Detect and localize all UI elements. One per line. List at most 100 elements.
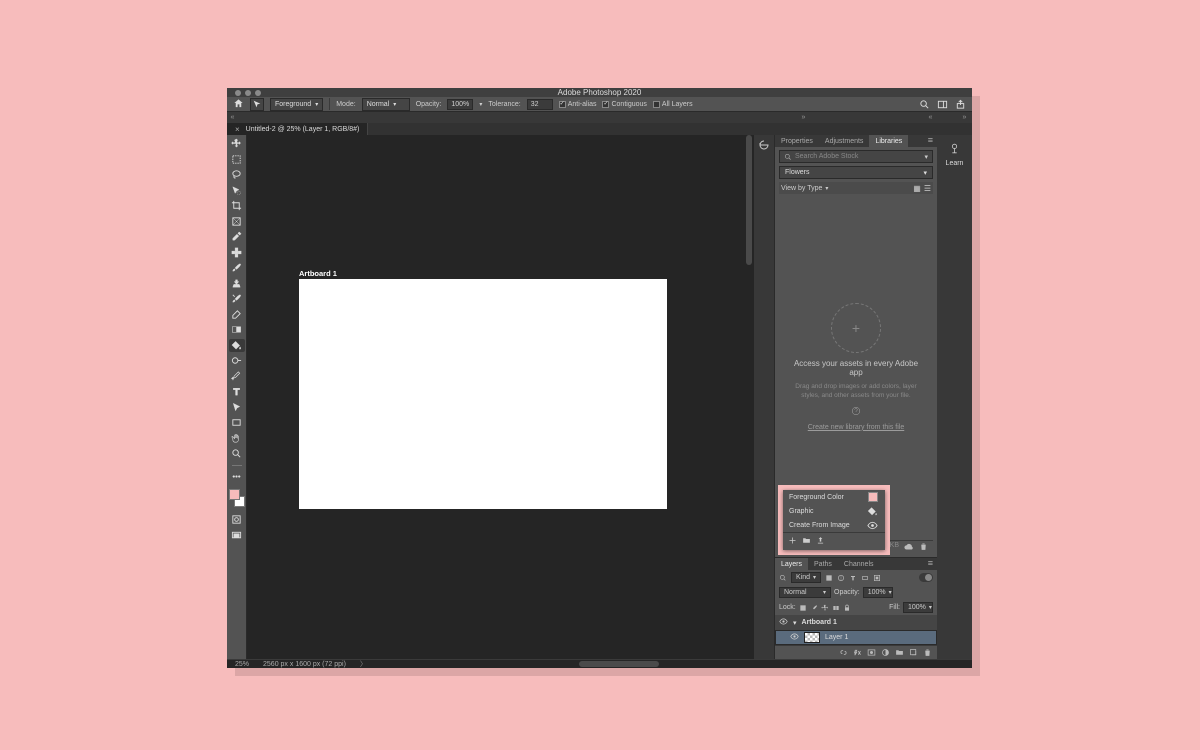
tolerance-input[interactable]: 32 <box>527 99 553 110</box>
disclosure-icon[interactable]: ▾ <box>793 619 797 627</box>
gradient-tool[interactable] <box>229 323 245 336</box>
learn-icon[interactable] <box>948 142 961 157</box>
create-library-link[interactable]: Create new library from this file <box>808 424 904 431</box>
quick-select-tool[interactable] <box>229 184 245 197</box>
visibility-icon[interactable] <box>779 617 788 628</box>
filter-shape-icon[interactable] <box>861 574 869 582</box>
visibility-icon[interactable] <box>790 632 799 643</box>
panel-menu-icon[interactable]: ≡ <box>924 558 937 570</box>
type-tool[interactable] <box>229 385 245 398</box>
cloud-sync-icon[interactable] <box>904 542 914 554</box>
path-select-tool[interactable] <box>229 401 245 414</box>
tool-preset-picker[interactable] <box>250 98 264 111</box>
search-icon[interactable] <box>779 574 787 582</box>
document-tab[interactable]: × Untitled-2 @ 25% (Layer 1, RGB/8#) <box>227 123 368 135</box>
layer-thumbnail[interactable] <box>804 632 820 643</box>
frame-tool[interactable] <box>229 215 245 228</box>
new-layer-icon[interactable] <box>909 648 918 657</box>
move-tool[interactable] <box>229 137 245 150</box>
alllayers-checkbox[interactable]: All Layers <box>653 101 693 108</box>
help-icon[interactable] <box>851 406 861 418</box>
artboard-label[interactable]: Artboard 1 <box>299 269 337 278</box>
grid-view-icon[interactable]: ▦ <box>913 184 921 193</box>
filter-toggle[interactable] <box>919 573 933 582</box>
popup-item-graphic[interactable]: Graphic <box>783 504 885 518</box>
library-select[interactable]: Flowers ▾ <box>779 166 933 179</box>
canvas-area[interactable]: Artboard 1 <box>247 135 754 659</box>
filter-pixel-icon[interactable] <box>825 574 833 582</box>
eyedropper-tool[interactable] <box>229 230 245 243</box>
artboard[interactable] <box>299 279 667 509</box>
lock-transparent-icon[interactable] <box>799 604 807 612</box>
library-view-mode[interactable]: View by Type ▾ ▦ ☰ <box>779 182 933 194</box>
expand-left-icon[interactable]: « <box>227 114 238 121</box>
pen-tool[interactable] <box>229 370 245 383</box>
zoom-tool[interactable] <box>229 447 245 460</box>
chevron-down-icon[interactable]: ▾ <box>479 101 482 108</box>
foreground-color-swatch[interactable] <box>229 489 240 500</box>
quick-mask-icon[interactable] <box>229 513 245 526</box>
hand-tool[interactable] <box>229 432 245 445</box>
upload-icon[interactable] <box>816 536 825 547</box>
expand-right-icon[interactable]: « <box>925 114 936 121</box>
plus-icon[interactable] <box>788 536 797 547</box>
share-icon[interactable] <box>954 98 966 110</box>
tab-properties[interactable]: Properties <box>775 135 819 147</box>
tab-adjustments[interactable]: Adjustments <box>819 135 870 147</box>
rectangle-tool[interactable] <box>229 416 245 429</box>
filter-type-icon[interactable] <box>849 574 857 582</box>
workspace-icon[interactable] <box>936 98 948 110</box>
link-layers-icon[interactable] <box>839 648 848 657</box>
zoom-readout[interactable]: 25% <box>235 661 249 668</box>
trash-icon[interactable] <box>923 648 932 657</box>
folder-icon[interactable] <box>802 536 811 547</box>
expand-right-icon[interactable]: » <box>798 114 809 121</box>
fill-source-select[interactable]: Foreground ▾ <box>270 98 323 111</box>
home-icon[interactable] <box>233 98 244 111</box>
lock-all-icon[interactable] <box>843 604 851 612</box>
search-icon[interactable] <box>918 98 930 110</box>
layer-item-artboard[interactable]: ▾ Artboard 1 <box>775 615 937 630</box>
vertical-scrollbar[interactable] <box>746 135 752 647</box>
brush-tool[interactable] <box>229 261 245 274</box>
opacity-input[interactable]: 100% <box>447 99 473 110</box>
close-tab-icon[interactable]: × <box>235 125 240 134</box>
layer-mask-icon[interactable] <box>867 648 876 657</box>
filter-adjustment-icon[interactable] <box>837 574 845 582</box>
layer-fill-input[interactable]: 100%▾ <box>903 602 933 613</box>
layer-name[interactable]: Layer 1 <box>825 634 848 641</box>
tab-channels[interactable]: Channels <box>838 558 880 570</box>
lock-nesting-icon[interactable] <box>832 604 840 612</box>
paint-bucket-tool[interactable] <box>229 339 245 352</box>
popup-item-create-from-image[interactable]: Create From Image <box>783 518 885 532</box>
tab-paths[interactable]: Paths <box>808 558 838 570</box>
lock-position-icon[interactable] <box>821 604 829 612</box>
new-group-icon[interactable] <box>895 648 904 657</box>
stock-search-input[interactable]: Search Adobe Stock ▾ <box>779 150 933 163</box>
doc-info-readout[interactable]: 2560 px x 1600 px (72 ppi) <box>263 661 346 668</box>
healing-brush-tool[interactable] <box>229 246 245 259</box>
marquee-tool[interactable] <box>229 153 245 166</box>
clone-stamp-tool[interactable] <box>229 277 245 290</box>
popup-item-foreground-color[interactable]: Foreground Color <box>783 490 885 504</box>
blend-mode-select[interactable]: Normal ▾ <box>362 98 410 111</box>
chevron-right-icon[interactable]: 〉 <box>360 659 367 669</box>
edit-toolbar-icon[interactable] <box>229 470 245 483</box>
crop-tool[interactable] <box>229 199 245 212</box>
layer-kind-filter[interactable]: Kind ▾ <box>791 572 821 583</box>
blend-mode-select[interactable]: Normal▾ <box>779 587 831 598</box>
color-swatches[interactable] <box>229 489 245 507</box>
filter-smart-icon[interactable] <box>873 574 881 582</box>
layer-name[interactable]: Artboard 1 <box>802 619 837 626</box>
horizontal-scrollbar[interactable] <box>397 661 802 667</box>
eraser-tool[interactable] <box>229 308 245 321</box>
tab-libraries[interactable]: Libraries <box>869 135 908 147</box>
lasso-tool[interactable] <box>229 168 245 181</box>
dodge-tool[interactable] <box>229 354 245 367</box>
antialias-checkbox[interactable]: Anti-alias <box>559 101 597 108</box>
layer-item[interactable]: Layer 1 <box>775 630 937 645</box>
screen-mode-icon[interactable] <box>229 529 245 542</box>
learn-label[interactable]: Learn <box>946 160 964 167</box>
list-view-icon[interactable]: ☰ <box>924 184 931 193</box>
add-asset-dropzone[interactable]: + <box>831 303 881 353</box>
